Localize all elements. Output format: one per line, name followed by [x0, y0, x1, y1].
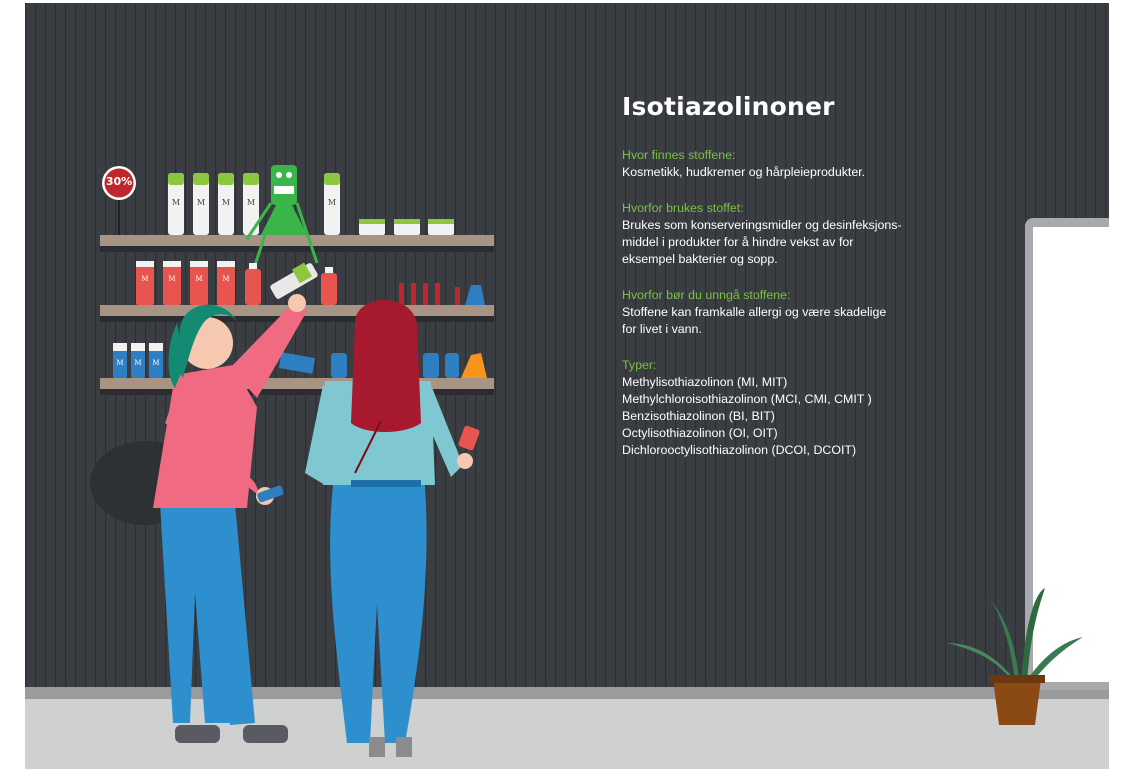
list-item: Benzisothiazolinon (BI, BIT) [622, 409, 775, 423]
section-why-avoid: Hvorfor bør du unngå stoffene: Stoffene … [622, 287, 942, 338]
section-where: Hvor finnes stoffene: Kosmetikk, hudkrem… [622, 147, 942, 181]
list-item: Octylisothiazolinon (OI, OIT) [622, 426, 778, 440]
section-heading: Typer: [622, 358, 657, 372]
cream-jars [359, 219, 454, 235]
svg-text:M: M [195, 275, 202, 283]
svg-text:M: M [134, 359, 141, 367]
list-item: Methylchloroisothiazolinon (MCI, CMI, CM… [622, 392, 872, 406]
types-list: Methylisothiazolinon (MI, MIT) Methylchl… [622, 374, 942, 459]
section-why-used: Hvorfor brukes stoffet: Brukes som konse… [622, 200, 942, 268]
section-heading: Hvorfor bør du unngå stoffene: [622, 288, 791, 302]
door [1025, 218, 1109, 690]
section-body: Kosmetikk, hudkremer og hårpleieprodukte… [622, 165, 866, 179]
page-title: Isotiazolinoner [622, 92, 835, 121]
section-body: Brukes som konserveringsmidler og desinf… [622, 218, 902, 266]
svg-text:M: M [152, 359, 159, 367]
svg-text:M: M [172, 198, 180, 207]
store-illustration: M M M M M M M M M M M M [25, 3, 1109, 769]
section-body: Stoffene kan framkalle allergi og være s… [622, 305, 887, 336]
section-types: Typer: Methylisothiazolinon (MI, MIT) Me… [622, 357, 942, 459]
svg-text:M: M [247, 198, 255, 207]
section-heading: Hvorfor brukes stoffet: [622, 201, 744, 215]
svg-text:M: M [222, 198, 230, 207]
svg-text:M: M [197, 198, 205, 207]
list-item: Methylisothiazolinon (MI, MIT) [622, 375, 788, 389]
info-panel: Isotiazolinoner Hvor finnes stoffene: Ko… [622, 92, 942, 478]
svg-text:M: M [116, 359, 123, 367]
shelf-top [100, 235, 494, 252]
svg-text:M: M [168, 275, 175, 283]
svg-text:M: M [141, 275, 148, 283]
section-heading: Hvor finnes stoffene: [622, 148, 736, 162]
list-item: Dichlorooctylisothiazolinon (DCOI, DCOIT… [622, 443, 857, 457]
discount-badge-label: 30% [105, 175, 133, 188]
illustration-scene: M M M M M M M M M M M M 30% [25, 3, 1109, 769]
svg-text:M: M [328, 198, 336, 207]
shelf-bottom [100, 378, 494, 395]
svg-text:M: M [222, 275, 229, 283]
